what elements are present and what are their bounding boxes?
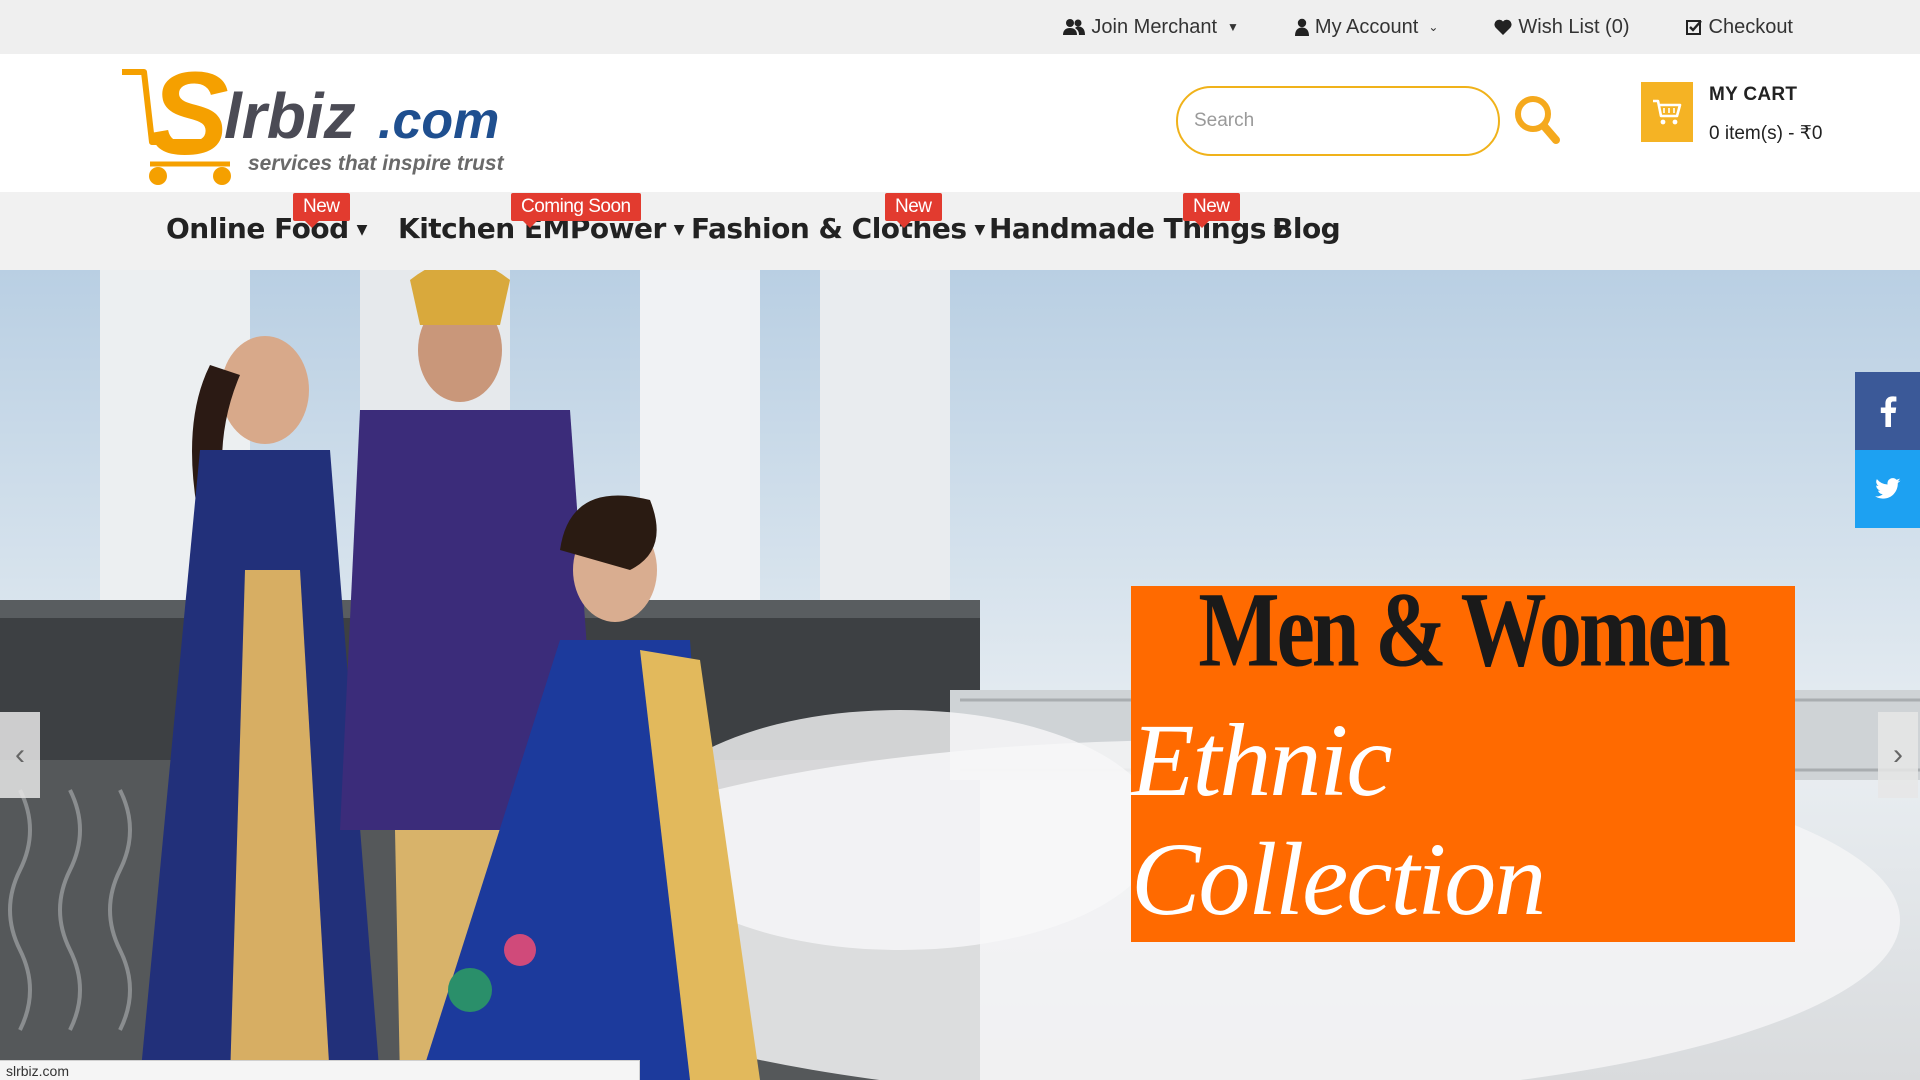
chevron-right-icon: › xyxy=(1893,738,1903,771)
chevron-left-icon: ‹ xyxy=(15,738,25,771)
caret-down-icon: ▼ xyxy=(356,222,368,238)
nav-fashion-clothes[interactable]: New Fashion & Clothes ▼ xyxy=(691,193,986,245)
search-icon[interactable] xyxy=(1512,92,1562,148)
browser-status-url: slrbiz.com xyxy=(0,1060,640,1080)
caret-down-icon: ▼ xyxy=(673,222,685,238)
coming-soon-badge: Coming Soon xyxy=(511,193,641,228)
user-icon xyxy=(1294,18,1309,36)
join-merchant-label: Join Merchant xyxy=(1091,15,1218,38)
svg-text:.com: .com xyxy=(378,92,499,150)
my-account-menu[interactable]: My Account ⌄ xyxy=(1294,15,1439,39)
my-account-label: My Account xyxy=(1314,15,1419,38)
wishlist-link[interactable]: Wish List (0) xyxy=(1494,15,1630,39)
svg-text:lrbiz: lrbiz xyxy=(224,80,356,152)
promo-title: Men & Women xyxy=(1198,569,1730,689)
top-links: Join Merchant ▼ My Account ⌄ Wish List (… xyxy=(1063,0,1793,54)
cart-title[interactable]: MY CART xyxy=(1709,84,1797,106)
checkout-link[interactable]: Checkout xyxy=(1685,15,1794,39)
promo-banner[interactable]: Men & Women Ethnic Collection xyxy=(1131,569,1795,942)
facebook-share-button[interactable] xyxy=(1855,372,1920,450)
promo-subtitle: Ethnic Collection xyxy=(1131,703,1546,937)
nav-handmade-things[interactable]: New Handmade Things ▼ xyxy=(989,193,1285,245)
hero-slider: Men & Women Ethnic Collection ‹ › xyxy=(0,270,1920,1080)
caret-down-icon: ▼ xyxy=(1227,20,1239,34)
nav-online-food[interactable]: New Online Food ▼ xyxy=(166,193,368,245)
search-box xyxy=(1176,86,1500,156)
search-input[interactable] xyxy=(1194,110,1482,132)
twitter-icon xyxy=(1874,478,1900,499)
twitter-share-button[interactable] xyxy=(1855,450,1920,528)
slider-next-button[interactable]: › xyxy=(1878,712,1918,798)
site-header: S lrbiz .com services that inspire trust… xyxy=(0,54,1920,192)
check-square-icon xyxy=(1685,19,1702,35)
top-utility-bar: Join Merchant ▼ My Account ⌄ Wish List (… xyxy=(0,0,1920,54)
logo-tagline: services that inspire trust xyxy=(248,152,505,175)
slider-prev-button[interactable]: ‹ xyxy=(0,712,40,798)
nav-label: Blog xyxy=(1272,212,1341,245)
new-badge: New xyxy=(293,193,350,228)
heart-icon xyxy=(1494,19,1512,35)
main-navigation: New Online Food ▼ Coming Soon Kitchen EMP… xyxy=(0,192,1920,270)
cart-button[interactable] xyxy=(1641,82,1693,142)
join-merchant-menu[interactable]: Join Merchant ▼ xyxy=(1063,16,1239,39)
checkout-label: Checkout xyxy=(1708,15,1794,38)
new-badge: New xyxy=(1183,193,1240,228)
site-logo[interactable]: S lrbiz .com services that inspire trust xyxy=(120,64,520,188)
nav-kitchen-empower[interactable]: Coming Soon Kitchen EMPower ▼ xyxy=(398,193,685,245)
cart-summary[interactable]: 0 item(s) - ₹0 xyxy=(1709,122,1822,145)
nav-blog[interactable]: Blog xyxy=(1272,212,1341,245)
chevron-down-icon: ⌄ xyxy=(1428,20,1439,34)
new-badge: New xyxy=(885,193,942,228)
users-icon xyxy=(1063,19,1086,35)
shopping-cart-icon xyxy=(1653,99,1682,125)
wishlist-label: Wish List (0) xyxy=(1518,15,1630,38)
caret-down-icon: ▼ xyxy=(974,222,986,238)
facebook-icon xyxy=(1880,396,1896,427)
svg-text:S: S xyxy=(150,64,229,180)
